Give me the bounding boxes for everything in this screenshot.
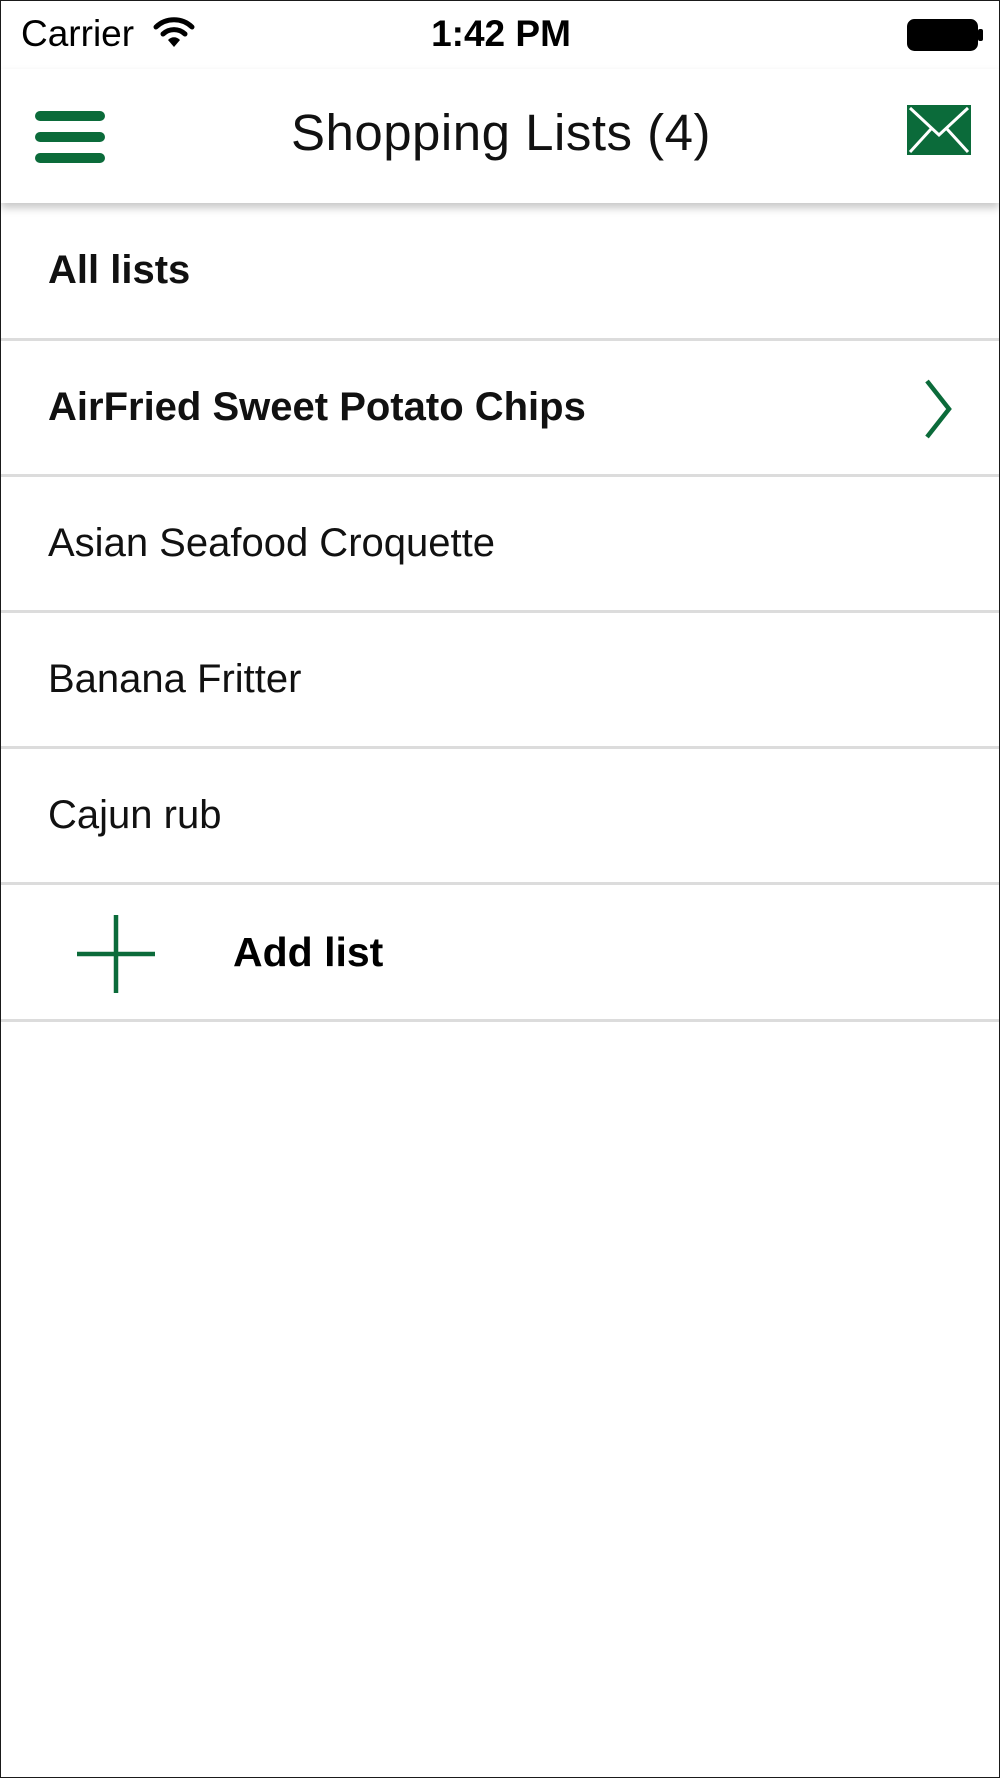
list-item[interactable]: Banana Fritter — [1, 613, 999, 749]
page-title: Shopping Lists (4) — [290, 104, 712, 161]
list-item[interactable]: Asian Seafood Croquette — [1, 477, 999, 613]
add-list-label: Add list — [233, 928, 384, 975]
add-list-button[interactable]: Add list — [1, 885, 999, 1022]
list-item[interactable]: Cajun rub — [1, 749, 999, 885]
battery-icon — [907, 19, 983, 51]
list-header-all-lists[interactable]: All lists — [1, 203, 999, 341]
list-item-label: Asian Seafood Croquette — [48, 521, 495, 565]
chevron-right-icon — [925, 379, 952, 439]
plus-icon — [77, 915, 155, 993]
envelope-icon[interactable] — [907, 105, 971, 155]
app-screen: Carrier 1:42 PM Shopping Lists (4) All l… — [0, 0, 1000, 1778]
list-item[interactable]: AirFried Sweet Potato Chips — [1, 341, 999, 477]
list-item-label: Banana Fritter — [48, 657, 302, 701]
all-lists-label: All lists — [48, 248, 191, 292]
navigation-bar: Shopping Lists (4) — [1, 69, 999, 203]
shopping-lists: All lists AirFried Sweet Potato Chips As… — [1, 203, 999, 1022]
status-time: 1:42 PM — [431, 13, 571, 54]
status-bar: Carrier 1:42 PM — [1, 1, 999, 69]
list-item-label: AirFried Sweet Potato Chips — [48, 385, 586, 429]
list-item-label: Cajun rub — [48, 793, 222, 837]
